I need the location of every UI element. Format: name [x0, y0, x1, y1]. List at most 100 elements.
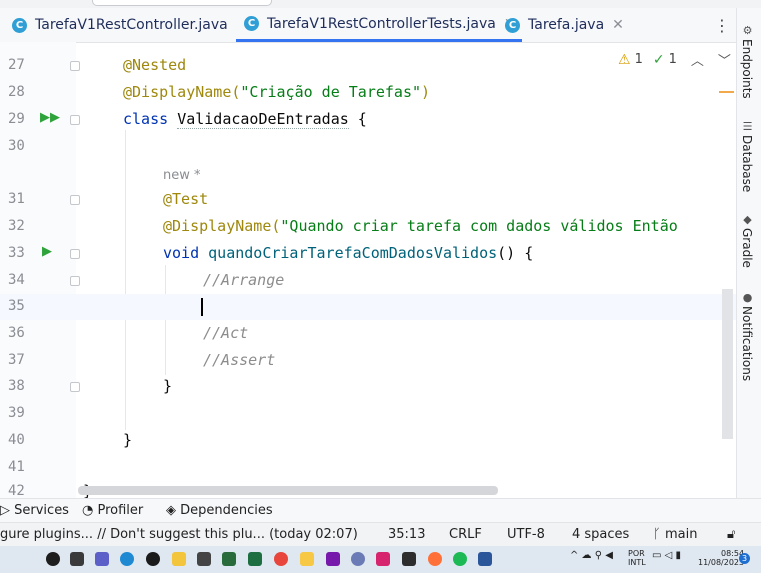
code-line[interactable]: 29 ▶▶ class ValidacaoDeEntradas { — [0, 107, 736, 133]
tray-icons[interactable]: ^ ☁ ⚲ ◀ — [570, 550, 613, 561]
tool-services[interactable]: ▷ Services — [0, 503, 69, 518]
network-sound-icons[interactable]: ▭ ◁ ▮ — [652, 550, 681, 561]
code-line[interactable]: 39 — [0, 401, 736, 427]
tool-dependencies[interactable]: ◈ Dependencies — [166, 503, 273, 518]
bottom-tool-strip: ▷ Services ◔ Profiler ◈ Dependencies — [0, 498, 761, 523]
tool-endpoints[interactable]: ⚙ Endpoints — [740, 24, 754, 99]
app-icon[interactable] — [351, 552, 365, 566]
fold-marker[interactable] — [70, 195, 80, 205]
code-line[interactable]: 41 — [0, 455, 736, 481]
fold-marker[interactable] — [70, 115, 80, 125]
error-stripe-mark[interactable] — [719, 91, 734, 93]
code-text: @Nested — [123, 56, 186, 74]
vertical-scrollbar[interactable] — [722, 289, 733, 439]
editor-tabs: C TarefaV1RestController.java C TarefaV1… — [0, 8, 736, 43]
annotation: @DisplayName( — [123, 83, 241, 101]
line-number: 30 — [8, 138, 25, 154]
code-text — [201, 297, 203, 316]
onenote-icon[interactable] — [326, 552, 340, 566]
code-line[interactable]: 37 //Assert — [0, 348, 736, 374]
dependencies-icon: ◈ — [166, 503, 176, 518]
clock[interactable]: 08:54 11/08/2023 — [698, 549, 744, 567]
bell-icon: ● — [741, 291, 754, 304]
inspection-widget[interactable]: ⚠ 1 ✓ 1 ︿ ﹀ — [618, 50, 731, 70]
firefox-icon[interactable] — [428, 552, 442, 566]
check-icon: ✓ — [652, 51, 665, 68]
fold-marker[interactable] — [70, 276, 80, 286]
tab-tarefa[interactable]: C Tarefa.java ✕ — [505, 8, 624, 42]
fold-marker[interactable] — [70, 249, 80, 259]
fold-marker[interactable] — [70, 61, 80, 71]
services-icon: ▷ — [0, 503, 10, 518]
code-line[interactable]: 40 } — [0, 428, 736, 454]
chevron-up-icon[interactable]: ︿ — [691, 50, 704, 69]
line-number: 40 — [8, 432, 25, 448]
file-encoding[interactable]: UTF-8 — [507, 527, 545, 542]
indent-setting[interactable]: 4 spaces — [572, 527, 629, 542]
horizontal-scrollbar[interactable] — [78, 486, 498, 495]
code-punct: () { — [497, 244, 534, 262]
language-indicator[interactable]: POR INTL — [628, 549, 646, 567]
line-number: 27 — [8, 57, 25, 73]
close-icon[interactable]: ✕ — [612, 17, 624, 33]
terminal-icon[interactable] — [402, 552, 416, 566]
code-line[interactable]: 31 @Test — [0, 187, 736, 213]
line-number: 32 — [8, 218, 25, 234]
intellij-icon[interactable] — [376, 552, 390, 566]
code-line[interactable]: 32 @DisplayName("Quando criar tarefa com… — [0, 214, 736, 240]
notification-badge[interactable]: 3 — [739, 553, 750, 564]
calculator-icon[interactable] — [222, 552, 236, 566]
code-text: @DisplayName("Quando criar tarefa com da… — [163, 217, 678, 235]
code-line[interactable]: 30 — [0, 134, 736, 160]
fold-marker[interactable] — [70, 382, 80, 392]
tool-profiler[interactable]: ◔ Profiler — [82, 503, 143, 518]
tab-tarefa-controller-tests[interactable]: C TarefaV1RestControllerTests.java ✕ — [236, 8, 522, 42]
code-line[interactable]: 34 //Arrange — [0, 268, 736, 294]
lang-code: POR — [628, 549, 645, 558]
task-view-icon[interactable] — [70, 552, 84, 566]
java-class-icon: C — [12, 17, 27, 33]
code-line[interactable]: 28 @DisplayName("Criação de Tarefas") — [0, 80, 736, 106]
warning-icon: ⚠ — [618, 51, 631, 68]
file-explorer-icon[interactable] — [172, 552, 186, 566]
store-icon[interactable] — [197, 552, 211, 566]
code-line[interactable]: 36 //Act — [0, 321, 736, 347]
sticky-notes-icon[interactable] — [300, 552, 314, 566]
git-branch[interactable]: ᚴ main — [653, 527, 697, 542]
code-text: class ValidacaoDeEntradas { — [123, 110, 367, 129]
code-line[interactable]: 33 ▶ void quandoCriarTarefaComDadosValid… — [0, 241, 736, 267]
class-name: ValidacaoDeEntradas — [177, 110, 349, 129]
tool-notifications[interactable]: ● Notifications — [740, 291, 754, 381]
tool-label: Dependencies — [180, 503, 273, 518]
run-test-icon[interactable]: ▶ — [42, 244, 52, 259]
spotify-icon[interactable] — [453, 552, 467, 566]
code-text: //Arrange — [203, 271, 284, 289]
lock-icon[interactable]: 🔓︎ — [727, 527, 735, 542]
code-line[interactable]: 38 } — [0, 374, 736, 400]
tool-database[interactable]: ☰ Database — [740, 120, 754, 192]
spreadsheet-icon[interactable] — [248, 552, 262, 566]
current-code-line[interactable]: 35 — [0, 294, 736, 320]
word-icon[interactable] — [478, 552, 492, 566]
check-count: 1 — [668, 52, 677, 67]
line-separator[interactable]: CRLF — [449, 527, 482, 542]
chevron-down-icon[interactable]: ﹀ — [718, 50, 731, 69]
more-tabs-icon[interactable]: ⋮ — [714, 16, 730, 35]
search-icon[interactable] — [46, 552, 60, 566]
code-text: //Act — [203, 324, 248, 342]
tab-label: Tarefa.java — [528, 17, 605, 33]
edge-icon[interactable] — [120, 552, 134, 566]
dell-icon[interactable] — [146, 552, 160, 566]
teams-icon[interactable] — [95, 552, 109, 566]
tool-label: Database — [740, 135, 754, 193]
run-tests-icon[interactable]: ▶▶ — [40, 110, 60, 125]
caret-position[interactable]: 35:13 — [388, 527, 425, 542]
java-test-class-icon: C — [244, 16, 259, 31]
vcs-author-hint[interactable]: new * — [163, 168, 201, 183]
tool-gradle[interactable]: ◆ Gradle — [740, 213, 754, 268]
run-config-selector[interactable] — [92, 0, 272, 6]
chrome-icon[interactable] — [274, 552, 288, 566]
status-message[interactable]: gure plugins... // Don't suggest this pl… — [0, 527, 358, 542]
tab-tarefa-controller[interactable]: C TarefaV1RestController.java — [12, 8, 228, 42]
annotation: @DisplayName( — [163, 217, 281, 235]
